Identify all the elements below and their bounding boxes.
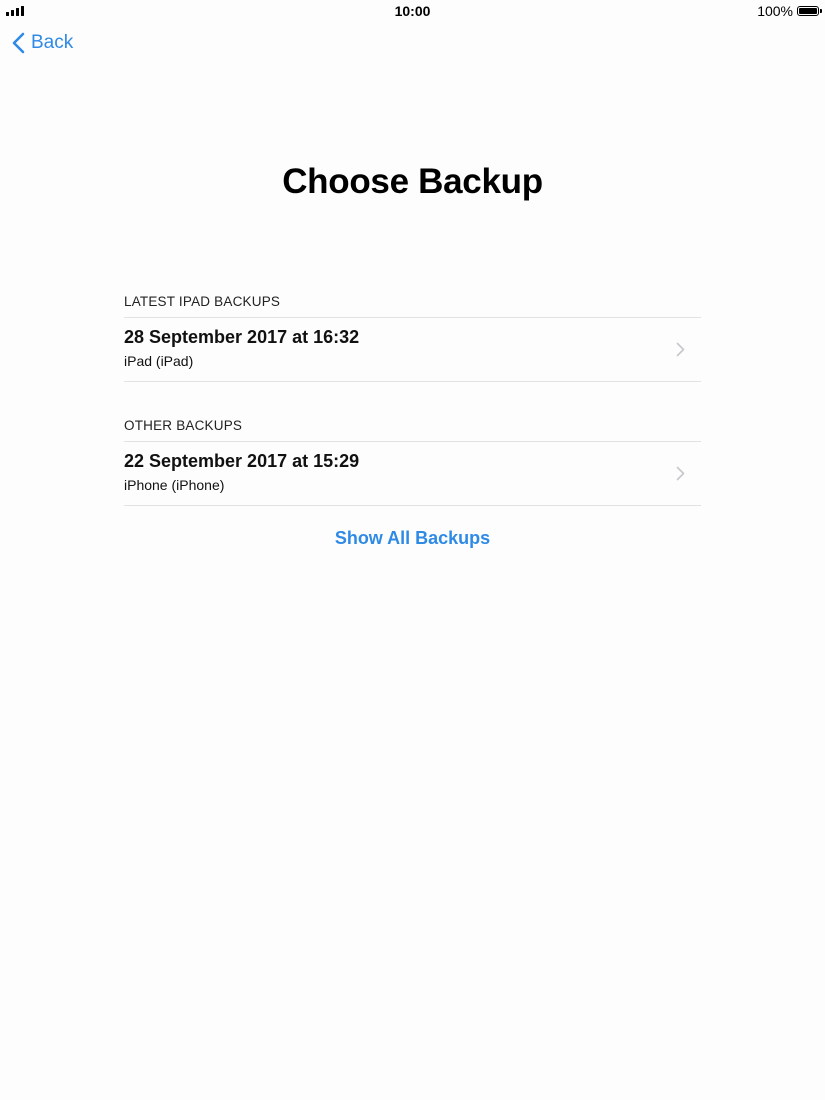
backup-date: 22 September 2017 at 15:29 bbox=[124, 451, 360, 471]
back-button[interactable]: Back bbox=[12, 32, 73, 54]
status-bar: 10:00 100% bbox=[0, 0, 825, 22]
show-all-backups-button[interactable]: Show All Backups bbox=[0, 528, 825, 549]
chevron-right-icon bbox=[676, 466, 685, 481]
backup-date: 28 September 2017 at 16:32 bbox=[124, 327, 360, 347]
section-other-backups: OTHER BACKUPS 22 September 2017 at 15:29… bbox=[124, 417, 701, 506]
section-header: OTHER BACKUPS bbox=[124, 418, 243, 433]
status-time: 10:00 bbox=[394, 3, 431, 19]
backup-device: iPad (iPad) bbox=[124, 353, 194, 369]
backup-device: iPhone (iPhone) bbox=[124, 477, 225, 493]
chevron-right-icon bbox=[676, 342, 685, 357]
backup-row[interactable]: 28 September 2017 at 16:32 iPad (iPad) bbox=[124, 317, 701, 382]
back-label: Back bbox=[31, 32, 74, 53]
backup-row[interactable]: 22 September 2017 at 15:29 iPhone (iPhon… bbox=[124, 441, 701, 506]
battery-percent: 100% bbox=[757, 3, 793, 19]
screen: 10:00 100% Back Choose Backup LATEST IPA… bbox=[0, 0, 825, 1100]
section-header: LATEST IPAD BACKUPS bbox=[124, 294, 281, 309]
page-title: Choose Backup bbox=[282, 162, 543, 201]
battery-status: 100% bbox=[757, 3, 822, 19]
section-latest-ipad-backups: LATEST IPAD BACKUPS 28 September 2017 at… bbox=[124, 293, 701, 382]
battery-full-icon bbox=[797, 6, 822, 16]
chevron-left-icon bbox=[12, 32, 25, 54]
